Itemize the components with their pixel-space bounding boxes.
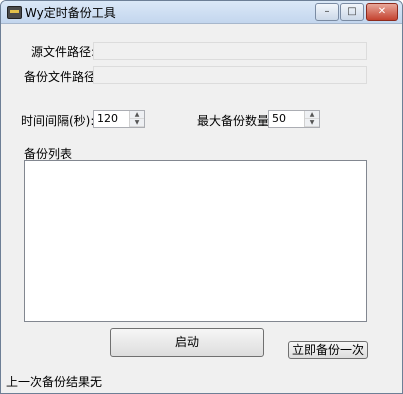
source-path-label: 源文件路径: — [31, 45, 96, 59]
maximize-button[interactable]: □ — [340, 3, 364, 21]
interval-value: 120 — [97, 112, 118, 125]
last-result-label: 上一次备份结果: — [6, 375, 95, 389]
backup-now-button[interactable]: 立即备份一次 — [288, 341, 368, 359]
backup-list[interactable] — [24, 160, 367, 322]
spin-down-icon[interactable]: ▼ — [130, 119, 144, 127]
max-backup-value: 50 — [272, 112, 286, 125]
interval-stepper[interactable]: 120 ▲ ▼ — [93, 110, 145, 128]
close-icon: ✕ — [377, 6, 387, 17]
spin-down-icon[interactable]: ▼ — [305, 119, 319, 127]
title-bar[interactable]: Wy定时备份工具 – □ ✕ — [1, 1, 402, 24]
minimize-button[interactable]: – — [315, 3, 339, 21]
spin-up-icon[interactable]: ▲ — [305, 111, 319, 119]
last-result-value: 无 — [90, 375, 103, 389]
interval-spin-buttons[interactable]: ▲ ▼ — [129, 111, 144, 127]
minimize-icon: – — [324, 6, 330, 17]
backup-path-field[interactable] — [93, 66, 367, 84]
start-button[interactable]: 启动 — [110, 328, 264, 357]
spin-up-icon[interactable]: ▲ — [130, 111, 144, 119]
max-backup-stepper[interactable]: 50 ▲ ▼ — [268, 110, 320, 128]
max-backup-label: 最大备份数量: — [197, 114, 274, 128]
maximize-icon: □ — [347, 6, 357, 17]
app-icon — [7, 6, 22, 19]
source-path-field[interactable] — [93, 42, 367, 60]
max-backup-spin-buttons[interactable]: ▲ ▼ — [304, 111, 319, 127]
close-button[interactable]: ✕ — [366, 3, 398, 21]
main-window: Wy定时备份工具 – □ ✕ 源文件路径: 备份文件路径: 时间间隔(秒): 1… — [0, 0, 403, 394]
backup-path-label: 备份文件路径: — [24, 70, 101, 84]
interval-label: 时间间隔(秒): — [21, 114, 95, 128]
window-title: Wy定时备份工具 — [25, 6, 116, 20]
